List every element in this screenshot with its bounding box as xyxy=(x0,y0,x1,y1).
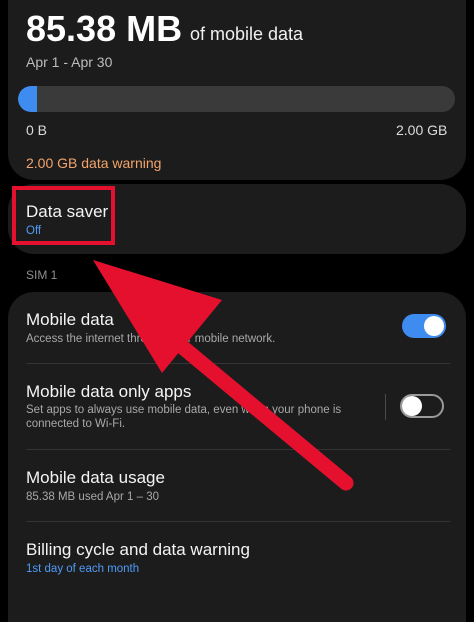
annotation-arrow-overlay xyxy=(93,260,354,491)
annotation-arrow xyxy=(93,260,354,491)
